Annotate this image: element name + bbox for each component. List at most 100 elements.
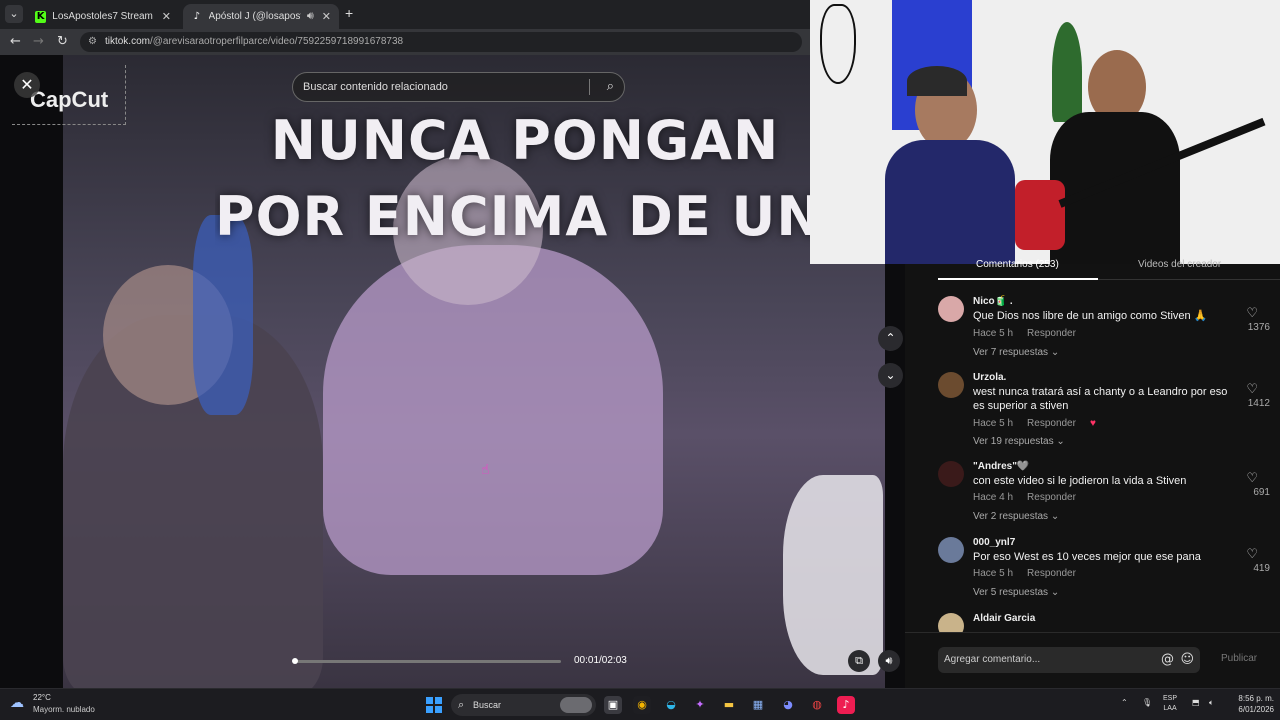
like-count: 419 — [1253, 563, 1270, 574]
view-replies-button[interactable]: Ver 2 respuestas ⌄ — [973, 511, 1059, 522]
comment-author[interactable]: Aldair Garcia — [973, 613, 1035, 624]
webcam-person-right-shirt — [1050, 112, 1180, 264]
reload-icon[interactable]: ↻ — [57, 34, 68, 49]
comment-item: "Andres"🩶 con este video si le jodieron … — [938, 461, 1270, 531]
search-icon[interactable]: ⌕ — [607, 73, 614, 101]
publish-button[interactable]: Publicar — [1221, 653, 1257, 664]
view-replies-button[interactable]: Ver 5 respuestas ⌄ — [973, 587, 1059, 598]
like-count: 1376 — [1247, 322, 1270, 333]
comment-author[interactable]: 000_ynl7 — [973, 537, 1015, 548]
avatar[interactable] — [938, 461, 964, 487]
reply-button[interactable]: Responder — [1027, 568, 1076, 579]
windows-start-icon[interactable] — [426, 697, 442, 713]
tab-title: LosApostoles7 Stream - Watch — [52, 11, 154, 22]
microphone-tray-icon[interactable]: 🎙︎ — [1142, 698, 1152, 707]
new-tab-button[interactable]: + — [345, 5, 353, 21]
reply-button[interactable]: Responder — [1027, 328, 1076, 339]
tab-search-chevron-icon[interactable]: ⌄ — [5, 5, 23, 23]
tiktok-icon: ♪ — [193, 10, 200, 22]
comment-text: Que Dios nos libre de un amigo como Stiv… — [973, 310, 1208, 322]
clock-date: 6/01/2026 — [1238, 705, 1274, 714]
volume-icon[interactable]: 🔊︎ — [878, 650, 900, 672]
comment-meta: Hace 4 h Responder — [973, 492, 1090, 503]
comment-text: con este video si le jodieron la vida a … — [973, 475, 1187, 487]
mention-icon[interactable]: @ — [1161, 647, 1174, 673]
chevron-up-icon[interactable]: ⌃ — [1121, 698, 1128, 707]
task-view-icon[interactable]: ▣ — [604, 696, 622, 714]
video-letterbox-left — [0, 55, 63, 688]
forward-arrow-icon[interactable]: → — [33, 34, 44, 49]
tab-kick-stream[interactable]: K LosApostoles7 Stream - Watch ✕ — [27, 4, 179, 29]
copilot-icon[interactable]: ✦ — [691, 696, 709, 714]
discord-icon[interactable]: ◕ — [779, 696, 797, 714]
comments-panel: Comentarios (253) Videos del creador Nic… — [905, 259, 1280, 688]
like-heart-icon[interactable]: ♡ — [1246, 471, 1258, 486]
chrome-icon[interactable]: ◉ — [633, 696, 651, 714]
search-icon: ⌕ — [458, 698, 465, 711]
previous-video-button[interactable]: ⌃ — [878, 326, 903, 351]
video-player[interactable]: NUNCA PONGAN POR ENCIMA DE UNA CapCut ✕ … — [0, 55, 905, 688]
url-field[interactable]: ⚙ tiktok.com/@arevisaraotroperfilparce/vi… — [80, 32, 802, 52]
comment-text: west nunca tratará así a chanty o a Lean… — [973, 386, 1228, 412]
floating-player-icon[interactable]: ⧉ — [848, 650, 870, 672]
comment-item: Urzola. west nunca tratará así a chanty … — [938, 372, 1270, 452]
tiktok-app-icon[interactable]: ♪ — [837, 696, 855, 714]
store-icon[interactable]: ▦ — [749, 696, 767, 714]
speaker-icon[interactable]: 🔈︎ — [1209, 698, 1214, 708]
file-explorer-icon[interactable]: ▬ — [720, 696, 738, 714]
creator-liked-icon: ♥ — [1089, 418, 1096, 429]
wolf-logo-icon — [820, 4, 856, 84]
comment-text: Por eso West es 10 veces mejor que ese p… — [973, 551, 1201, 563]
cloud-icon: ☁ — [10, 695, 24, 711]
like-heart-icon[interactable]: ♡ — [1246, 306, 1258, 321]
video-person-right — [783, 475, 883, 675]
language-indicator[interactable]: ESP LAA — [1163, 694, 1177, 714]
view-replies-button[interactable]: Ver 19 respuestas ⌄ — [973, 436, 1065, 447]
add-comment-bar: Agregar comentario... @ ☺ Publicar — [905, 632, 1280, 688]
tab-creator-videos[interactable]: Videos del creador — [1138, 259, 1221, 270]
comment-item: 000_ynl7 Por eso West es 10 veces mejor … — [938, 537, 1270, 607]
video-headline-line2: POR ENCIMA DE UNA — [215, 185, 815, 248]
edge-icon[interactable]: ◒ — [662, 696, 680, 714]
comment-item: Aldair Garcia — [938, 613, 1270, 632]
next-video-button[interactable]: ⌄ — [878, 363, 903, 388]
comments-tabs: Comentarios (253) Videos del creador — [905, 259, 1280, 280]
close-video-button[interactable]: ✕ — [14, 72, 40, 98]
audio-playing-icon[interactable]: 🔊︎ — [307, 10, 314, 23]
avatar[interactable] — [938, 372, 964, 398]
webcam-person-left — [885, 66, 1015, 264]
system-clock[interactable]: 8:56 p. m. 6/01/2026 — [1228, 693, 1274, 715]
avatar[interactable] — [938, 613, 964, 632]
close-tab-icon[interactable]: ✕ — [162, 10, 171, 23]
reply-button[interactable]: Responder — [1027, 418, 1076, 429]
comment-author[interactable]: "Andres"🩶 — [973, 461, 1029, 472]
back-arrow-icon[interactable]: ← — [10, 34, 21, 49]
comment-author[interactable]: Nico​🧃 . — [973, 296, 1013, 307]
chevron-down-icon: ⌄ — [1056, 436, 1065, 447]
like-heart-icon[interactable]: ♡ — [1246, 547, 1258, 562]
video-progress-bar[interactable] — [292, 658, 561, 664]
webcam-person-right — [1050, 50, 1180, 264]
like-heart-icon[interactable]: ♡ — [1246, 382, 1258, 397]
reply-button[interactable]: Responder — [1027, 492, 1076, 503]
game-app-icon[interactable]: ◍ — [808, 696, 826, 714]
screen: ⌄ K LosApostoles7 Stream - Watch ✕ ♪ Apó… — [0, 0, 1280, 720]
tab-comments[interactable]: Comentarios (253) — [976, 259, 1059, 270]
comment-item: Nico​🧃 . Que Dios nos libre de un amigo … — [938, 296, 1270, 366]
avatar[interactable] — [938, 537, 964, 563]
site-info-icon[interactable]: ⚙ — [88, 36, 97, 47]
url-path: /@arevisaraotroperfilparce/video/7592259… — [149, 36, 404, 47]
comment-author[interactable]: Urzola. — [973, 372, 1006, 383]
weather-condition: Mayorm. nublado — [33, 705, 95, 714]
video-headline-line1: NUNCA PONGAN — [270, 109, 780, 172]
related-search-input[interactable]: Buscar contenido relacionado ⌕ — [292, 72, 625, 102]
tab-tiktok[interactable]: ♪ Apóstol J (@losapostoles7) 🔊︎ ✕ — [183, 4, 339, 29]
avatar[interactable] — [938, 296, 964, 322]
active-tab-indicator — [938, 278, 1098, 280]
taskbar-search-box[interactable]: ⌕ Buscar — [451, 694, 596, 716]
close-tab-icon[interactable]: ✕ — [322, 10, 331, 23]
network-icon[interactable]: ⬒ — [1192, 698, 1200, 707]
add-comment-input[interactable]: Agregar comentario... @ ☺ — [938, 647, 1200, 673]
view-replies-button[interactable]: Ver 7 respuestas ⌄ — [973, 347, 1059, 358]
emoji-icon[interactable]: ☺ — [1180, 647, 1194, 673]
